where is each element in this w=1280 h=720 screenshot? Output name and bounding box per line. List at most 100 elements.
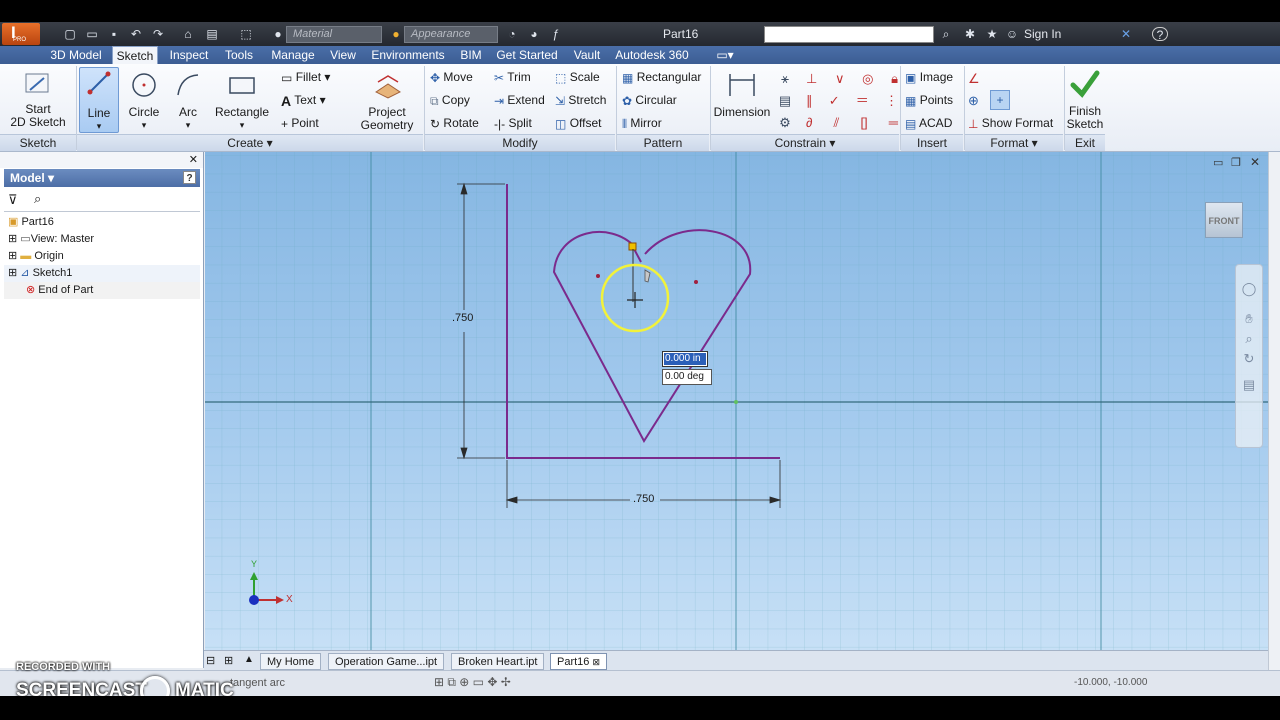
home-icon[interactable]: ⌂ xyxy=(180,27,196,41)
horizontal-icon[interactable]: ═ xyxy=(889,112,898,134)
minimize-icon[interactable]: ▭ xyxy=(1213,156,1223,169)
restore-icon[interactable]: ❐ xyxy=(1231,156,1241,169)
point-button[interactable]: + Point xyxy=(281,113,319,133)
acad-button[interactable]: ▤ ACAD xyxy=(905,113,952,133)
tree-item-sketch[interactable]: ⊞ ⊿ Sketch1 xyxy=(4,265,200,282)
panel-sketch-label[interactable]: Sketch xyxy=(0,134,76,151)
extend-button[interactable]: ⇥ Extend xyxy=(494,90,545,110)
viewcube[interactable]: FRONT xyxy=(1205,202,1243,238)
look-at-icon[interactable]: ▤ xyxy=(1236,377,1262,393)
copy-button[interactable]: ⧉ Copy xyxy=(430,90,470,110)
subscription-icon[interactable]: ✱ xyxy=(962,27,978,41)
rectangle-button[interactable]: Rectangle ▾ xyxy=(214,70,270,132)
vertical-dimension-value[interactable]: .750 xyxy=(452,312,473,324)
image-button[interactable]: ▣ Image xyxy=(905,67,953,87)
close-window-icon[interactable]: ✕ xyxy=(1250,155,1260,169)
status-tool-icon[interactable]: ⊞ ⧉ ⊕ ▭ ✥ ✢ xyxy=(434,675,511,690)
exchange-icon[interactable]: ✕ xyxy=(1118,27,1134,41)
material-dropdown[interactable]: Material xyxy=(286,26,382,43)
appearance-dropdown[interactable]: Appearance xyxy=(404,26,498,43)
angle-input[interactable]: 0.00 deg xyxy=(662,369,712,385)
document-list-icon[interactable]: ▲ xyxy=(244,654,254,665)
steering-wheel-icon[interactable]: ◯ xyxy=(1236,281,1262,297)
tree-item-part[interactable]: ▣ Part16 xyxy=(8,214,54,231)
pan-hand-icon[interactable]: ✋︎ xyxy=(1236,311,1262,327)
start-2d-sketch-button[interactable]: Start 2D Sketch xyxy=(6,70,70,129)
auto-dimension-icon[interactable]: ⚹ xyxy=(775,68,795,90)
doc-tab-part16[interactable]: Part16 ⊠ xyxy=(550,653,608,670)
tab-manage[interactable]: Manage xyxy=(266,46,320,64)
search-binoculars-icon[interactable]: ⌕ xyxy=(938,27,954,41)
panel-format-label[interactable]: Format ▾ xyxy=(965,134,1063,151)
points-button[interactable]: ▦ Points xyxy=(905,90,953,110)
doc-tab-broken-heart[interactable]: Broken Heart.ipt xyxy=(451,653,545,670)
tangent-icon[interactable]: ✓ xyxy=(829,90,840,112)
move-button[interactable]: ✥ Move xyxy=(430,67,473,87)
expand-icon[interactable]: ⊞ xyxy=(8,267,17,279)
smooth-icon[interactable]: ∂ xyxy=(806,112,812,134)
collinear-icon[interactable]: ⫽ xyxy=(834,112,840,134)
panel-constrain-label[interactable]: Constrain ▾ xyxy=(711,134,899,151)
doc-tab-operation-game[interactable]: Operation Game...ipt xyxy=(328,653,445,670)
vertical-icon[interactable]: ⋮ xyxy=(885,90,898,112)
expand-icon[interactable]: ⊞ xyxy=(8,233,17,245)
fx-icon[interactable]: ƒ xyxy=(548,27,564,41)
arc-button[interactable]: Arc ▾ xyxy=(168,70,208,132)
tree-item-end-of-part[interactable]: ⊗ End of Part xyxy=(4,282,200,299)
rectangular-pattern-button[interactable]: ▦ Rectangular xyxy=(622,67,701,87)
projects-icon[interactable]: ▤ xyxy=(204,27,220,41)
tab-get-started[interactable]: Get Started xyxy=(494,46,560,64)
adjust-icon[interactable]: ◔ xyxy=(504,27,520,41)
tree-item-view[interactable]: ⊞ ▭View: Master xyxy=(8,231,94,248)
help-icon[interactable]: ? xyxy=(183,171,196,184)
undo-icon[interactable]: ↶ xyxy=(128,27,144,41)
help-button[interactable]: ? xyxy=(1152,27,1168,42)
panel-create-label[interactable]: Create ▾ xyxy=(77,134,423,151)
show-constraints-icon[interactable]: ▤ xyxy=(775,90,795,112)
tab-autodesk-360[interactable]: Autodesk 360 xyxy=(614,46,690,64)
zoom-icon[interactable]: ⌕ xyxy=(1236,331,1262,347)
search-input[interactable] xyxy=(764,26,934,43)
construction-icon[interactable]: ∠ xyxy=(968,68,988,90)
stretch-button[interactable]: ⇲ Stretch xyxy=(555,90,606,110)
close-icon[interactable]: ✕ xyxy=(189,153,198,166)
split-button[interactable]: -|- Split xyxy=(494,113,532,133)
app-menu-button[interactable]: I PRO xyxy=(2,23,40,45)
sign-in-link[interactable]: Sign In xyxy=(1024,27,1061,41)
panel-pattern-label[interactable]: Pattern xyxy=(617,134,709,151)
show-format-button[interactable]: ⊥ Show Format xyxy=(968,113,1053,133)
center-point-icon[interactable]: ⊕ xyxy=(968,90,988,112)
symmetric-icon[interactable]: [] xyxy=(860,112,867,134)
orbit-icon[interactable]: ↻ xyxy=(1236,351,1262,367)
browser-header[interactable]: Model ▾ ? xyxy=(4,169,200,187)
tab-view[interactable]: View xyxy=(326,46,360,64)
perpendicular-icon[interactable]: ⊥ xyxy=(806,68,817,90)
open-icon[interactable]: ▭ xyxy=(84,27,100,41)
tab-3d-model[interactable]: 3D Model xyxy=(46,46,106,64)
dimension-button[interactable]: Dimension xyxy=(713,70,771,119)
length-input[interactable]: 0.000 in xyxy=(662,351,708,367)
line-button[interactable]: Line ▾ xyxy=(79,67,119,133)
filter-icon[interactable]: ⊽ xyxy=(8,192,18,208)
circular-pattern-button[interactable]: ✿ Circular xyxy=(622,90,677,110)
fix-icon[interactable]: 🔒︎ xyxy=(891,68,898,90)
graphics-window[interactable]: .750 .750 0.000 in 0.00 deg Y X FRONT ▭ … xyxy=(205,152,1268,650)
endpoint-grip[interactable] xyxy=(628,242,637,251)
text-button[interactable]: A Text ▾ xyxy=(281,90,326,110)
parallel-tangent-icon[interactable]: ∨ xyxy=(835,68,845,90)
panel-modify-label[interactable]: Modify xyxy=(425,134,615,151)
tile-horizontal-icon[interactable]: ⊟ xyxy=(206,654,215,667)
ribbon-options-icon[interactable]: ▭▾ xyxy=(712,46,738,64)
sketch-canvas[interactable] xyxy=(205,152,1268,650)
offset-button[interactable]: ◫ Offset xyxy=(555,113,601,133)
finish-sketch-button[interactable]: Finish Sketch xyxy=(1066,68,1104,131)
clear-appearance-icon[interactable]: ◕ xyxy=(526,27,542,41)
panel-insert-label[interactable]: Insert xyxy=(901,134,963,151)
favorites-star-icon[interactable]: ★ xyxy=(984,27,1000,41)
concentric-icon[interactable]: ◎ xyxy=(862,68,873,90)
expand-icon[interactable]: ⊞ xyxy=(8,250,17,262)
tab-vault[interactable]: Vault xyxy=(566,46,608,64)
constraint-settings-icon[interactable]: ⚙ xyxy=(775,112,795,134)
parallel-icon[interactable]: ∥ xyxy=(806,90,813,112)
horizontal-dimension-value[interactable]: .750 xyxy=(633,493,654,505)
